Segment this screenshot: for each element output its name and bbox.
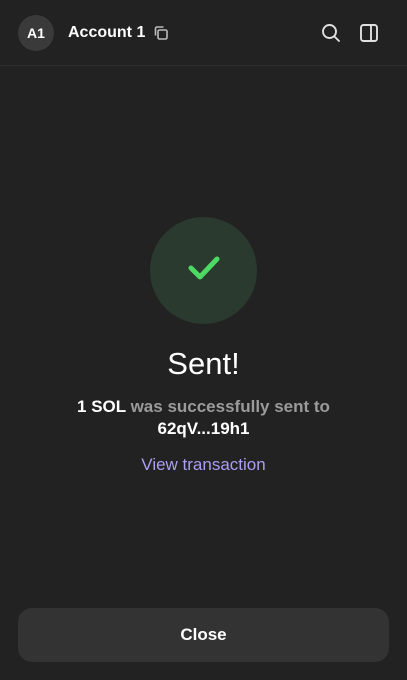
sent-amount: 1 SOL	[77, 397, 126, 416]
avatar-initials: A1	[27, 25, 45, 41]
close-button[interactable]: Close	[18, 608, 389, 662]
account-name[interactable]: Account 1	[68, 22, 145, 44]
view-transaction-link[interactable]: View transaction	[0, 453, 407, 477]
checkmark-icon	[186, 253, 222, 288]
recipient-address: 62qV...19h1	[157, 419, 250, 438]
header-bar: A1 Account 1	[0, 0, 407, 66]
sidebar-toggle-icon[interactable]	[358, 22, 380, 44]
message-text: was successfully sent to	[125, 397, 330, 416]
search-icon[interactable]	[320, 22, 342, 44]
copy-icon[interactable]	[152, 24, 170, 42]
success-message: 1 SOL was successfully sent to 62qV...19…	[20, 396, 387, 440]
account-avatar[interactable]: A1	[18, 15, 54, 51]
sent-title: Sent!	[167, 346, 240, 381]
close-button-label: Close	[180, 625, 227, 644]
success-indicator	[150, 217, 257, 324]
